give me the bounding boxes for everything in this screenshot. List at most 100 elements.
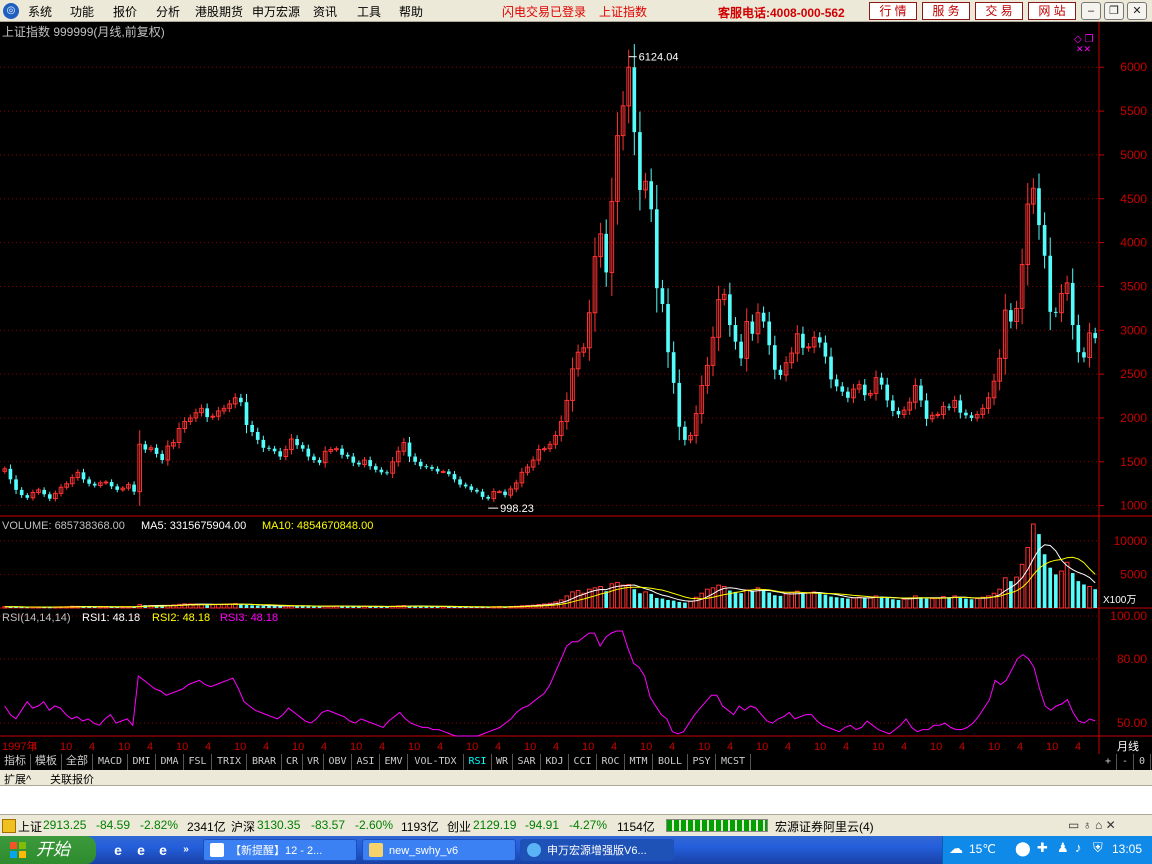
volume-bar-down (1054, 574, 1058, 608)
volume-unit-label: X100万 (1103, 595, 1136, 606)
tab-sar[interactable]: SAR (513, 754, 541, 770)
candle-down (1076, 325, 1081, 353)
volume-icon[interactable]: ♪ (1075, 840, 1082, 855)
candle-down (8, 468, 13, 480)
volume-bar-up (575, 590, 581, 609)
tab-dma[interactable]: DMA (156, 754, 184, 770)
volume-bar-up (991, 592, 997, 609)
trade-button[interactable]: 交 易 (975, 2, 1023, 20)
menu-quote[interactable]: 报价 (113, 3, 137, 20)
volume-bar-down (846, 598, 850, 608)
quote-button[interactable]: 行 情 (869, 2, 917, 20)
related-quote-button[interactable]: 关联报价 (50, 771, 94, 787)
tab-全部[interactable]: 全部 (62, 754, 93, 770)
menu-info[interactable]: 资讯 (313, 3, 337, 20)
tab-cci[interactable]: CCI (569, 754, 597, 770)
menu-function[interactable]: 功能 (70, 3, 94, 20)
tab-模板[interactable]: 模板 (31, 754, 62, 770)
candle-down (778, 369, 783, 376)
sh-index-amount: 2341亿 (187, 820, 226, 834)
volume-bar-up (783, 593, 789, 609)
candle-down (666, 303, 670, 353)
tab-mtm[interactable]: MTM (625, 754, 653, 770)
tab-control-2[interactable]: 0 (1134, 754, 1151, 770)
candle-down (435, 468, 440, 472)
candle-down (879, 377, 884, 385)
tab-dmi[interactable]: DMI (128, 754, 156, 770)
service-button[interactable]: 服 务 (922, 2, 970, 20)
tab-kdj[interactable]: KDJ (541, 754, 569, 770)
tray-mini-icons[interactable]: ▭ ♁ ⌂ ✕ (1068, 818, 1116, 832)
quicklaunch-expand-icon[interactable]: » (178, 842, 194, 858)
tab-psy[interactable]: PSY (688, 754, 716, 770)
candle-down (638, 132, 642, 190)
candle-down (1054, 311, 1058, 313)
tab-control-0[interactable]: + (1100, 754, 1117, 770)
tab-macd[interactable]: MACD (93, 754, 128, 770)
tab-roc[interactable]: ROC (597, 754, 625, 770)
candle-down (475, 489, 479, 492)
expand-button[interactable]: 扩展^ (4, 771, 31, 787)
tab-obv[interactable]: OBV (324, 754, 352, 770)
candle-down (1082, 352, 1086, 358)
restore-button[interactable]: ❐ (1104, 2, 1124, 20)
tab-control-1[interactable]: - (1117, 754, 1134, 770)
tab-cr[interactable]: CR (282, 754, 303, 770)
volume-bar-down (739, 593, 743, 608)
minimize-button[interactable]: – (1081, 2, 1101, 20)
tab-trix[interactable]: TRIX (212, 754, 247, 770)
rsi2-label: RSI2: 48.18 (152, 612, 210, 624)
website-button[interactable]: 网 站 (1028, 2, 1076, 20)
start-button[interactable]: 开始 (0, 836, 96, 864)
browser-icon[interactable]: e (133, 842, 149, 858)
tab-rsi[interactable]: RSI (464, 754, 492, 770)
menu-swhy[interactable]: 申万宏源 (252, 3, 300, 20)
menu-help[interactable]: 帮助 (399, 3, 423, 20)
tab-mcst[interactable]: MCST (716, 754, 751, 770)
close-chart-icon[interactable]: ✕✕ (1076, 44, 1091, 54)
candle-down (250, 424, 254, 432)
tab-vr[interactable]: VR (303, 754, 324, 770)
tab-brar[interactable]: BRAR (247, 754, 282, 770)
menu-hk-futures[interactable]: 港股期货 (195, 3, 243, 20)
rsi-panel[interactable] (0, 615, 1099, 737)
price-panel[interactable]: 6124.04 998.23 (0, 44, 1099, 515)
shield-icon[interactable]: ⛨ (1093, 840, 1103, 856)
candle-down (430, 467, 434, 469)
tab-fsl[interactable]: FSL (184, 754, 212, 770)
tab-wr[interactable]: WR (492, 754, 513, 770)
menu-tools[interactable]: 工具 (357, 3, 381, 20)
qq-icon[interactable]: ♟ (1057, 840, 1069, 856)
time-axis-label: 4 (147, 741, 153, 753)
tab-指标[interactable]: 指标 (0, 754, 31, 770)
clock: 13:05 (1112, 842, 1143, 856)
volume-bar-up (1002, 577, 1008, 609)
close-button[interactable]: ✕ (1127, 2, 1147, 20)
task-swhy[interactable]: 申万宏源增强版V6... (520, 839, 674, 861)
volume-bar-down (244, 604, 249, 608)
antivirus-icon[interactable]: ✚ (1037, 840, 1048, 856)
menu-analysis[interactable]: 分析 (156, 3, 180, 20)
alert-icon[interactable] (2, 819, 16, 833)
time-axis-label: 10 (524, 741, 536, 753)
network-icon[interactable]: ⬤ (1015, 840, 1031, 857)
time-axis-label: 4 (321, 741, 327, 753)
tab-emv[interactable]: EMV (380, 754, 408, 770)
menu-system[interactable]: 系统 (28, 3, 52, 20)
task-folder[interactable]: new_swhy_v6 (362, 839, 516, 861)
ie-icon[interactable]: e (110, 842, 126, 858)
broker-server-label[interactable]: 宏源证券阿里云(4) (775, 818, 874, 835)
start-label: 开始 (36, 840, 70, 859)
candle-down (143, 444, 148, 450)
flash-trade-status: 闪电交易已登录 (502, 5, 587, 19)
ie-alt-icon[interactable]: e (155, 842, 171, 858)
volume-panel[interactable] (0, 523, 1099, 609)
tab-vol-tdx[interactable]: VOL-TDX (408, 754, 464, 770)
price-tick-label: 2500 (1120, 367, 1147, 381)
time-axis-label: 4 (1075, 741, 1081, 753)
tab-asi[interactable]: ASI (352, 754, 380, 770)
task-browser[interactable]: 【新提醒】12 - 2... (203, 839, 357, 861)
tab-boll[interactable]: BOLL (653, 754, 688, 770)
chart-area[interactable]: 6124.04 998.23 6000 5500 5000 4500 4000 3500 30… (0, 22, 1152, 754)
volume-bar-up (1064, 561, 1070, 609)
